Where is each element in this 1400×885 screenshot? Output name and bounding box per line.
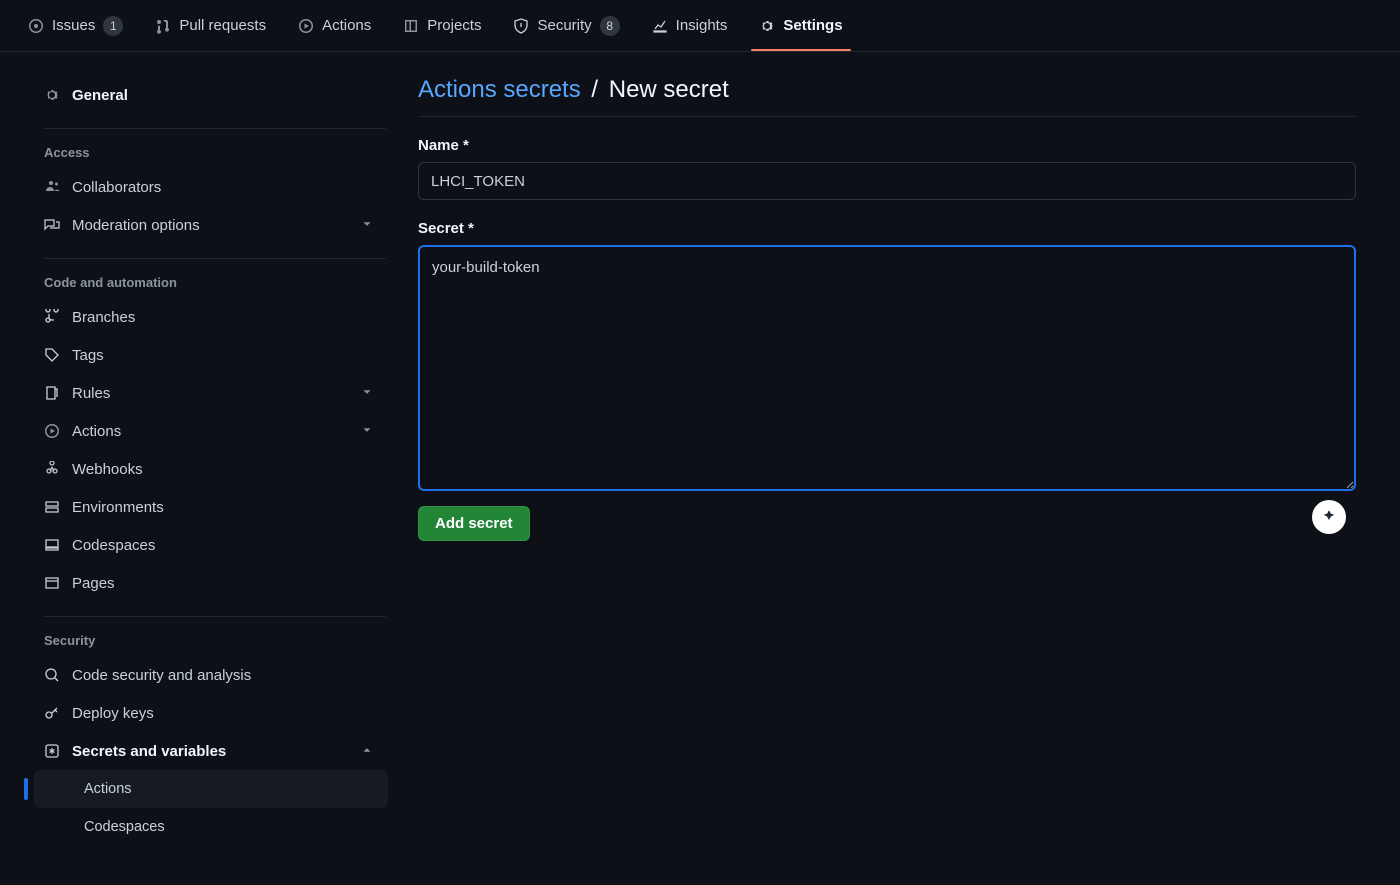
sidebar-item-label: Actions xyxy=(72,423,121,440)
shield-icon xyxy=(513,18,529,34)
group-title-code: Code and automation xyxy=(24,259,398,298)
tab-label: Actions xyxy=(322,17,371,34)
sidebar-item-label: Environments xyxy=(72,499,164,516)
name-label: Name * xyxy=(418,137,1356,154)
sidebar-item-label: Webhooks xyxy=(72,461,143,478)
secret-label: Secret * xyxy=(418,220,1356,237)
chevron-down-icon xyxy=(360,385,374,402)
sidebar-item-label: General xyxy=(72,87,128,104)
key-icon xyxy=(44,705,60,721)
chevron-down-icon xyxy=(360,423,374,440)
sidebar-item-label: Branches xyxy=(72,309,135,326)
sidebar-subitem-codespaces[interactable]: Codespaces xyxy=(34,808,388,846)
sidebar-item-webhooks[interactable]: Webhooks xyxy=(24,450,390,488)
play-icon xyxy=(44,423,60,439)
repo-push-icon xyxy=(44,385,60,401)
sidebar-item-label: Secrets and variables xyxy=(72,743,226,760)
sidebar-item-branches[interactable]: Branches xyxy=(24,298,390,336)
add-secret-button[interactable]: Add secret xyxy=(418,506,530,541)
chevron-up-icon xyxy=(360,743,374,760)
sidebar-item-code-security[interactable]: Code security and analysis xyxy=(24,656,390,694)
tab-security[interactable]: Security 8 xyxy=(501,2,631,50)
sidebar-subitem-actions[interactable]: Actions xyxy=(34,770,388,808)
sidebar-item-label: Codespaces xyxy=(72,537,155,554)
tab-settings[interactable]: Settings xyxy=(747,2,854,50)
sidebar-item-collaborators[interactable]: Collaborators xyxy=(24,168,390,206)
sidebar-item-secrets-variables[interactable]: Secrets and variables xyxy=(24,732,390,770)
sidebar-item-label: Tags xyxy=(72,347,104,364)
sidebar-item-label: Deploy keys xyxy=(72,705,154,722)
browser-icon xyxy=(44,575,60,591)
comment-discussion-icon xyxy=(44,217,60,233)
group-title-security: Security xyxy=(24,617,398,656)
sidebar-item-label: Pages xyxy=(72,575,115,592)
breadcrumb-current: New secret xyxy=(609,76,729,103)
count-badge: 1 xyxy=(103,16,123,36)
sidebar-item-pages[interactable]: Pages xyxy=(24,564,390,602)
codescan-icon xyxy=(44,667,60,683)
breadcrumb-link[interactable]: Actions secrets xyxy=(418,76,581,103)
table-icon xyxy=(403,18,419,34)
tab-actions[interactable]: Actions xyxy=(286,2,383,50)
main-content: Actions secrets / New secret Name * Secr… xyxy=(398,52,1400,885)
settings-sidebar: General Access Collaborators Moderation … xyxy=(0,52,398,885)
webhook-icon xyxy=(44,461,60,477)
sidebar-item-deploy-keys[interactable]: Deploy keys xyxy=(24,694,390,732)
breadcrumb-separator: / xyxy=(591,76,598,103)
tab-label: Projects xyxy=(427,17,481,34)
tag-icon xyxy=(44,347,60,363)
sidebar-item-tags[interactable]: Tags xyxy=(24,336,390,374)
tab-insights[interactable]: Insights xyxy=(640,2,740,50)
sidebar-item-label: Moderation options xyxy=(72,217,200,234)
tab-label: Security xyxy=(537,17,591,34)
group-title-access: Access xyxy=(24,129,398,168)
codespaces-icon xyxy=(44,537,60,553)
sidebar-item-label: Code security and analysis xyxy=(72,667,251,684)
issue-opened-icon xyxy=(28,18,44,34)
sidebar-item-codespaces[interactable]: Codespaces xyxy=(24,526,390,564)
tab-label: Settings xyxy=(783,17,842,34)
sidebar-item-moderation[interactable]: Moderation options xyxy=(24,206,390,244)
secret-value-textarea[interactable] xyxy=(418,245,1356,491)
graph-icon xyxy=(652,18,668,34)
sidebar-item-rules[interactable]: Rules xyxy=(24,374,390,412)
gear-icon xyxy=(44,87,60,103)
sidebar-item-actions[interactable]: Actions xyxy=(24,412,390,450)
active-marker xyxy=(24,778,28,800)
secret-name-input[interactable] xyxy=(418,162,1356,200)
count-badge: 8 xyxy=(600,16,620,36)
sidebar-item-label: Codespaces xyxy=(84,819,165,835)
gear-icon xyxy=(759,18,775,34)
sidebar-item-label: Rules xyxy=(72,385,110,402)
tab-label: Pull requests xyxy=(179,17,266,34)
tab-pull-requests[interactable]: Pull requests xyxy=(143,2,278,50)
tab-label: Insights xyxy=(676,17,728,34)
page-title: Actions secrets / New secret xyxy=(418,76,1356,117)
chevron-down-icon xyxy=(360,217,374,234)
sidebar-item-label: Collaborators xyxy=(72,179,161,196)
sidebar-item-general[interactable]: General xyxy=(24,76,390,114)
copilot-icon[interactable] xyxy=(1312,500,1346,534)
tab-label: Issues xyxy=(52,17,95,34)
sidebar-item-environments[interactable]: Environments xyxy=(24,488,390,526)
git-branch-icon xyxy=(44,309,60,325)
people-icon xyxy=(44,179,60,195)
tab-projects[interactable]: Projects xyxy=(391,2,493,50)
server-icon xyxy=(44,499,60,515)
tab-issues[interactable]: Issues 1 xyxy=(16,2,135,50)
sidebar-item-label: Actions xyxy=(84,781,132,797)
repo-tabs: Issues 1 Pull requests Actions Projects … xyxy=(0,0,1400,52)
key-asterisk-icon xyxy=(44,743,60,759)
git-pull-request-icon xyxy=(155,18,171,34)
play-icon xyxy=(298,18,314,34)
